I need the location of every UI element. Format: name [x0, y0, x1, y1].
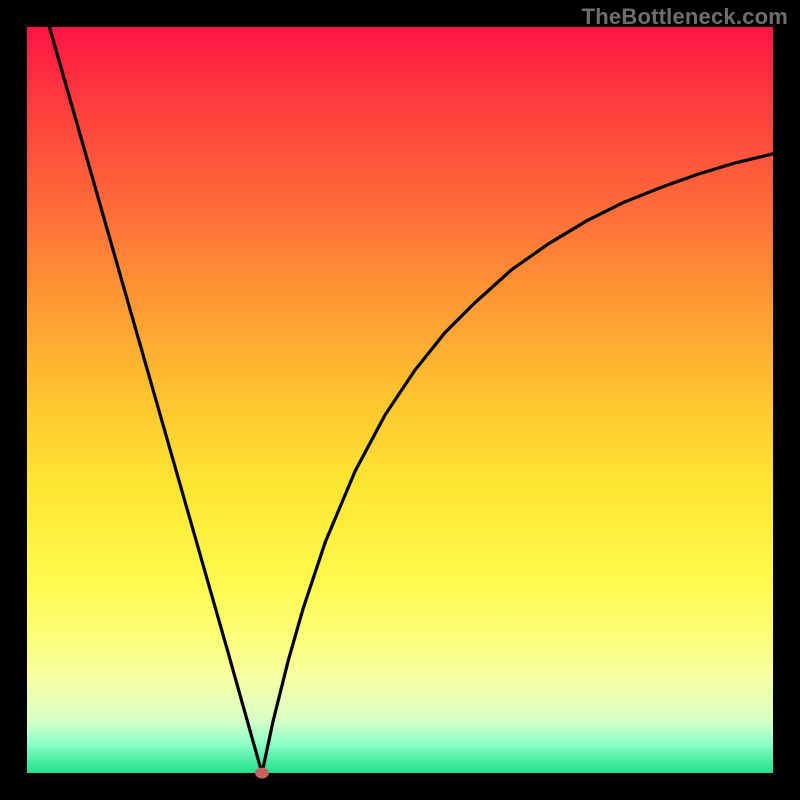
plot-area — [27, 27, 773, 773]
bottleneck-curve — [27, 27, 773, 773]
chart-frame: TheBottleneck.com — [0, 0, 800, 800]
optimum-marker — [255, 768, 269, 779]
left-branch-path — [49, 27, 262, 773]
right-branch-path — [262, 154, 773, 773]
